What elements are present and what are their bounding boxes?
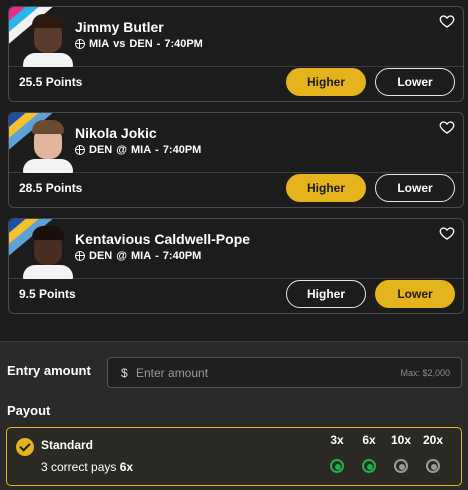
- matchup-dash: -: [155, 250, 159, 262]
- multiplier-label: 6x: [362, 433, 376, 447]
- player-card: Nikola Jokic DEN @ MIA -7:40PM 28.5 Points Hig…: [8, 112, 464, 208]
- max-amount-hint: Max: $2,000: [400, 368, 450, 378]
- matchup-dash: -: [156, 38, 161, 50]
- player-avatar: [21, 117, 75, 173]
- team-abbr: DEN: [89, 144, 113, 156]
- higher-button[interactable]: Higher: [286, 280, 366, 308]
- player-avatar: [21, 223, 75, 279]
- multiplier-inactive-dot: [394, 459, 408, 473]
- avatar-hair: [32, 14, 64, 28]
- player-name: Kentavious Caldwell-Pope: [75, 231, 251, 247]
- entry-amount-input[interactable]: [136, 363, 356, 383]
- player-card: Jimmy Butler MIA vs DEN -7:40PM 25.5 Points Hi…: [8, 6, 464, 102]
- opponent-abbr: MIA: [130, 250, 152, 262]
- matchup-separator: @: [116, 250, 127, 262]
- player-card-header: Jimmy Butler MIA vs DEN -7:40PM: [9, 7, 463, 67]
- game-time: 7:40PM: [162, 250, 202, 262]
- multiplier-inactive-dot: [426, 459, 440, 473]
- player-card-header: Kentavious Caldwell-Pope DEN @ MIA -7:40PM: [9, 219, 463, 279]
- lower-button[interactable]: Lower: [375, 68, 455, 96]
- entry-amount-field[interactable]: $ Max: $2,000: [107, 357, 462, 388]
- basketball-icon: [75, 251, 85, 261]
- points-line: 25.5 Points: [19, 75, 83, 89]
- check-circle-icon: [16, 438, 34, 456]
- entry-panel: Entry amount $ Max: $2,000 Payout Standa…: [0, 341, 468, 490]
- heart-outline-icon[interactable]: [439, 119, 455, 135]
- lower-button[interactable]: Lower: [375, 174, 455, 202]
- higher-button[interactable]: Higher: [286, 68, 366, 96]
- matchup-info: DEN @ MIA -7:40PM: [75, 250, 201, 262]
- player-card-header: Nikola Jokic DEN @ MIA -7:40PM: [9, 113, 463, 173]
- points-line: 9.5 Points: [19, 287, 76, 301]
- opponent-abbr: DEN: [129, 38, 153, 50]
- multiplier-label: 3x: [330, 433, 344, 447]
- multiplier-label: 20x: [422, 433, 444, 447]
- heart-outline-icon[interactable]: [439, 225, 455, 241]
- points-line: 28.5 Points: [19, 181, 83, 195]
- avatar-hair: [32, 226, 64, 240]
- payout-desc-value: 6x: [119, 460, 134, 474]
- heart-outline-icon[interactable]: [439, 13, 455, 29]
- entry-amount-label: Entry amount: [7, 363, 91, 378]
- lower-button[interactable]: Lower: [375, 280, 455, 308]
- avatar-hair: [32, 120, 64, 134]
- game-time: 7:40PM: [162, 144, 202, 156]
- currency-symbol: $: [121, 366, 128, 380]
- player-avatar: [21, 11, 75, 67]
- player-card: Kentavious Caldwell-Pope DEN @ MIA -7:40PM 9.…: [8, 218, 464, 314]
- matchup-separator: @: [116, 144, 127, 156]
- player-name: Nikola Jokic: [75, 125, 157, 141]
- matchup-dash: -: [155, 144, 159, 156]
- avatar-jersey: [23, 159, 73, 173]
- payout-plan-name: Standard: [41, 438, 94, 452]
- payout-plan-description: 3 correct pays 6x: [41, 460, 133, 474]
- avatar-jersey: [23, 265, 73, 279]
- higher-button[interactable]: Higher: [286, 174, 366, 202]
- matchup-separator: vs: [113, 38, 126, 50]
- basketball-icon: [75, 145, 85, 155]
- opponent-abbr: MIA: [130, 144, 152, 156]
- team-abbr: DEN: [89, 250, 113, 262]
- payout-label: Payout: [7, 403, 51, 418]
- payout-option-standard[interactable]: Standard 3 correct pays 6x 3x 6x 10x 20x: [6, 427, 462, 486]
- matchup-info: MIA vs DEN -7:40PM: [75, 38, 203, 50]
- avatar-jersey: [23, 53, 73, 67]
- team-abbr: MIA: [89, 38, 110, 50]
- matchup-info: DEN @ MIA -7:40PM: [75, 144, 201, 156]
- basketball-icon: [75, 39, 85, 49]
- game-time: 7:40PM: [164, 38, 203, 50]
- player-name: Jimmy Butler: [75, 19, 164, 35]
- multiplier-active-dot: [330, 459, 344, 473]
- multiplier-active-dot: [362, 459, 376, 473]
- multiplier-label: 10x: [390, 433, 412, 447]
- payout-desc-text: 3 correct pays: [41, 460, 120, 474]
